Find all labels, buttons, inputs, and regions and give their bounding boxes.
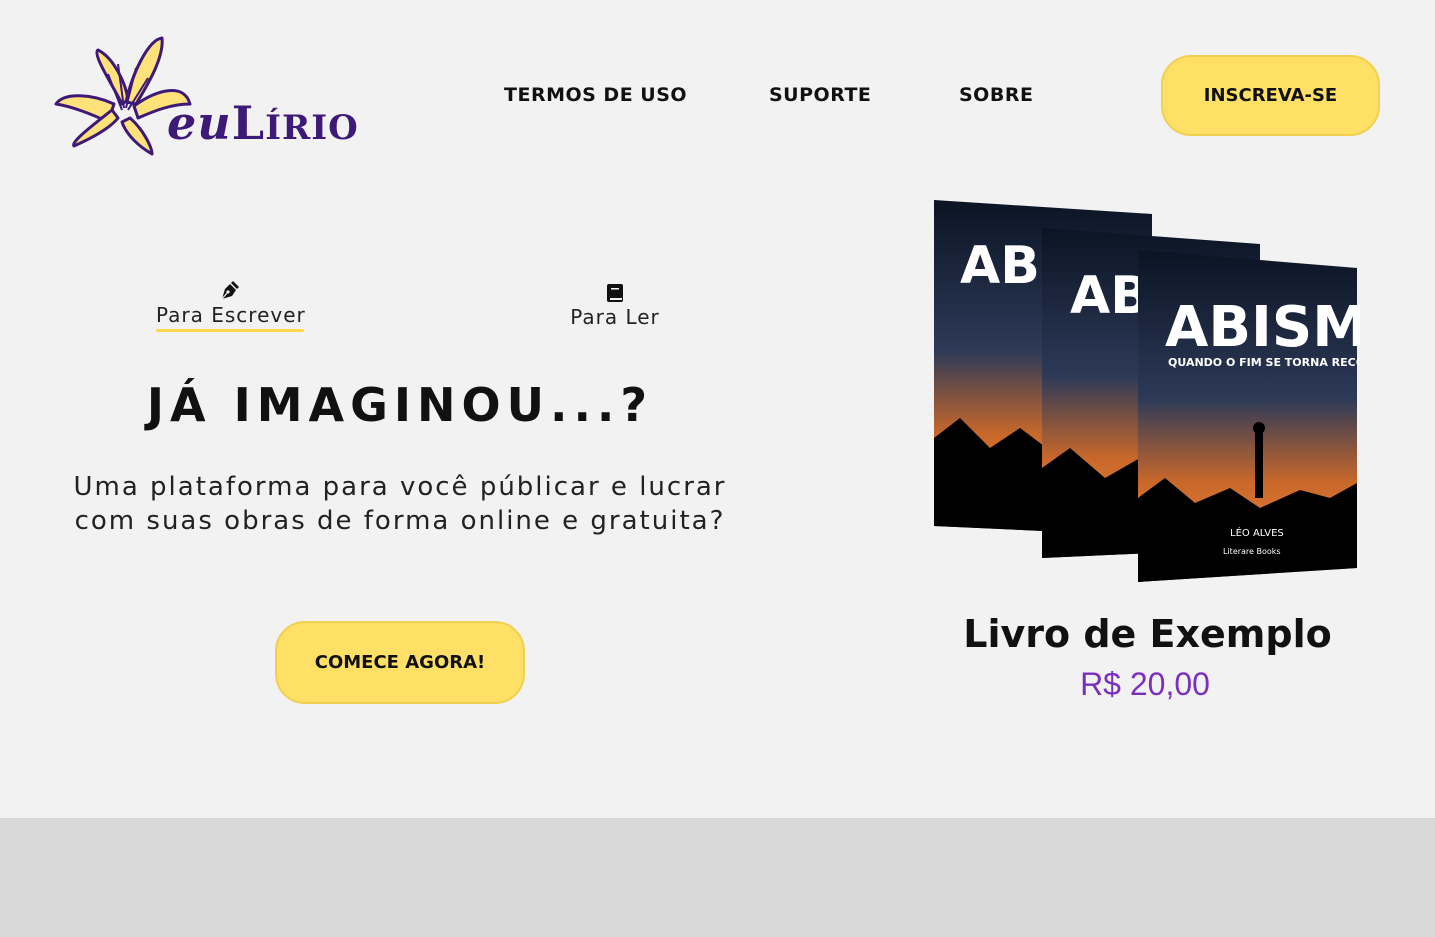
book-title[interactable]: Livro de Exemplo <box>920 612 1375 656</box>
footer-band <box>0 818 1435 937</box>
book-icon <box>607 284 623 302</box>
tab-read-label: Para Ler <box>570 305 660 329</box>
subscribe-button[interactable]: INSCREVA-SE <box>1161 55 1380 136</box>
logo-prefix: eu <box>167 96 232 150</box>
hero-subtitle-line2: com suas obras de forma online e gratuit… <box>74 506 726 536</box>
hero-subtitle: Uma plataforma para você públicar e lucr… <box>70 470 730 538</box>
book-front-cover-publisher: Literare Books <box>1223 547 1281 556</box>
nav-about-link[interactable]: SOBRE <box>959 84 1033 106</box>
hero-subtitle-line1: Uma plataforma para você públicar e lucr… <box>73 472 727 502</box>
pen-nib-icon <box>221 281 239 300</box>
book-price: R$ 20,00 <box>1080 666 1210 702</box>
tab-write[interactable]: Para Escrever <box>156 279 306 332</box>
tab-read[interactable]: Para Ler <box>565 283 665 329</box>
logo[interactable]: euLÍRIO <box>52 34 382 159</box>
book-cover-front: ABISMO QUANDO O FIM SE TORNA RECOMEÇO LÉ… <box>1138 250 1360 582</box>
active-tab-indicator <box>156 329 304 332</box>
nav-terms-link[interactable]: TERMOS DE USO <box>504 84 687 106</box>
logo-rest: ÍRIO <box>265 108 359 148</box>
logo-initial: L <box>231 96 266 150</box>
start-now-button[interactable]: COMECE AGORA! <box>275 621 525 704</box>
nav-support-link[interactable]: SUPORTE <box>769 84 871 106</box>
tab-write-label: Para Escrever <box>156 303 306 327</box>
book-front-cover-subtitle: QUANDO O FIM SE TORNA RECOMEÇO <box>1168 356 1360 369</box>
featured-book-covers[interactable]: ABISMO ABISMO ABISMO QUANDO O FIM SE TOR… <box>930 198 1360 583</box>
book-front-cover-title: ABISMO <box>1165 295 1360 360</box>
book-front-cover-author: LÉO ALVES <box>1230 526 1284 539</box>
hero-headline: JÁ IMAGINOU...? <box>146 378 654 432</box>
